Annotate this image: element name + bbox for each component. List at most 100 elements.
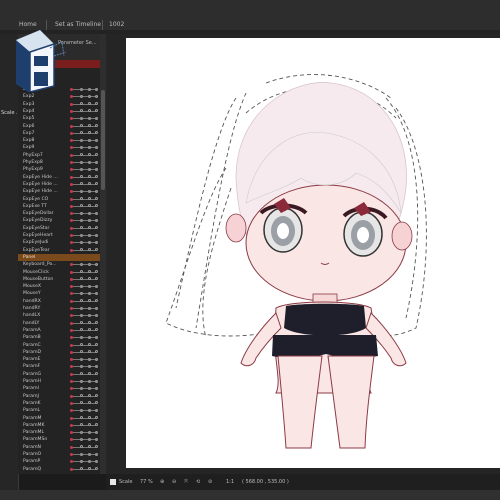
keyform-knob[interactable] — [95, 248, 98, 252]
keyform-knob[interactable] — [95, 240, 98, 244]
keyform-knob[interactable] — [80, 335, 83, 339]
parameter-slider-track[interactable] — [73, 344, 97, 346]
keyform-knob[interactable] — [88, 240, 91, 244]
parameter-row[interactable]: Exp5 — [18, 115, 100, 122]
keyform-knob[interactable] — [95, 394, 98, 398]
parameter-row[interactable]: ParamM — [18, 415, 100, 422]
parameter-slider-track[interactable] — [73, 89, 97, 90]
keyform-knob[interactable] — [88, 262, 91, 266]
character-model[interactable] — [126, 38, 500, 468]
parameter-slider-track[interactable] — [73, 322, 97, 324]
keyform-knob[interactable] — [80, 204, 83, 208]
keyform-knob[interactable] — [95, 284, 98, 288]
keyform-knob[interactable] — [80, 299, 83, 303]
keyform-knob[interactable] — [88, 189, 91, 193]
keyform-knob[interactable] — [95, 226, 98, 230]
keyform-knob[interactable] — [95, 204, 98, 208]
keyform-knob[interactable] — [95, 437, 98, 441]
scroll-thumb[interactable] — [101, 90, 105, 190]
parameter-row[interactable]: Exp6 — [18, 123, 100, 130]
keyform-knob[interactable] — [80, 124, 83, 127]
keyform-knob[interactable] — [80, 430, 83, 434]
parameter-slider-track[interactable] — [73, 96, 97, 98]
parameter-row[interactable]: handRX — [18, 298, 100, 305]
parameter-row[interactable]: PhyExp7 — [18, 152, 100, 159]
parameter-slider-track[interactable] — [73, 468, 97, 470]
keyform-knob[interactable] — [80, 284, 83, 288]
parameter-row[interactable]: ExpEyeHeart — [18, 232, 100, 239]
keyform-knob[interactable] — [88, 124, 91, 127]
keyform-knob[interactable] — [95, 386, 98, 390]
keyform-knob[interactable] — [88, 313, 91, 317]
keyform-knob[interactable] — [95, 379, 98, 383]
keyform-knob[interactable] — [80, 459, 83, 463]
tab-frame[interactable]: 1002 — [106, 20, 127, 30]
keyform-knob[interactable] — [88, 226, 91, 230]
keyform-knob[interactable] — [95, 350, 98, 354]
keyform-knob[interactable] — [95, 182, 98, 186]
parameter-slider-track[interactable] — [73, 213, 97, 215]
save-icon[interactable] — [10, 26, 68, 92]
keyform-knob[interactable] — [80, 313, 83, 317]
parameter-slider-track[interactable] — [73, 103, 97, 105]
keyform-knob[interactable] — [80, 248, 83, 252]
parameter-slider-track[interactable] — [73, 388, 97, 390]
parameter-row[interactable]: Exp9 — [18, 144, 100, 151]
parameter-row[interactable]: ParamK — [18, 400, 100, 407]
keyform-knob[interactable] — [95, 430, 98, 434]
keyform-knob[interactable] — [88, 394, 91, 398]
parameter-row[interactable]: PhyExp9 — [18, 166, 100, 173]
keyform-knob[interactable] — [80, 401, 83, 405]
keyform-knob[interactable] — [80, 102, 83, 106]
parameter-row[interactable]: Exp7 — [18, 130, 100, 137]
keyform-knob[interactable] — [95, 328, 98, 332]
keyform-knob[interactable] — [88, 459, 91, 463]
parameter-row[interactable]: ParamA — [18, 327, 100, 334]
keyform-knob[interactable] — [80, 386, 83, 390]
parameter-row[interactable]: ParamMSn — [18, 436, 100, 443]
keyform-knob[interactable] — [80, 408, 83, 412]
parameter-row[interactable]: ParamF — [18, 363, 100, 370]
keyform-knob[interactable] — [95, 401, 98, 405]
keyform-knob[interactable] — [88, 167, 91, 171]
parameter-slider-track[interactable] — [73, 286, 97, 288]
keyform-knob[interactable] — [88, 131, 91, 135]
keyform-knob[interactable] — [95, 408, 98, 412]
parameter-slider-track[interactable] — [73, 373, 97, 375]
keyform-knob[interactable] — [88, 284, 91, 288]
parameter-slider-track[interactable] — [73, 198, 97, 200]
parameter-slider-track[interactable] — [73, 410, 97, 412]
keyform-knob[interactable] — [95, 94, 98, 98]
keyform-knob[interactable] — [80, 116, 83, 120]
keyform-knob[interactable] — [88, 102, 91, 106]
parameter-slider-track[interactable] — [73, 220, 97, 222]
parameter-slider-track[interactable] — [73, 366, 97, 368]
keyform-knob[interactable] — [80, 467, 83, 471]
keyform-knob[interactable] — [80, 153, 83, 157]
keyform-knob[interactable] — [80, 291, 83, 295]
keyform-knob[interactable] — [95, 167, 98, 171]
keyform-knob[interactable] — [80, 182, 83, 186]
parameter-row[interactable]: ExpEye Hide ... — [18, 174, 100, 181]
keyform-knob[interactable] — [88, 218, 91, 222]
keyform-knob[interactable] — [88, 408, 91, 412]
parameter-row[interactable]: ParamG — [18, 371, 100, 378]
parameter-row[interactable]: ExpEyeDollar — [18, 210, 100, 217]
keyform-knob[interactable] — [80, 160, 83, 164]
keyform-knob[interactable] — [80, 343, 83, 346]
keyform-knob[interactable] — [95, 364, 98, 368]
keyform-knob[interactable] — [88, 423, 91, 427]
parameter-slider-track[interactable] — [73, 439, 97, 441]
parameter-row[interactable]: Exp8 — [18, 137, 100, 144]
keyform-knob[interactable] — [95, 160, 98, 164]
keyform-knob[interactable] — [95, 343, 98, 346]
parameter-slider-track[interactable] — [73, 140, 97, 142]
parameter-slider-track[interactable] — [73, 454, 97, 455]
parameter-slider-track[interactable] — [73, 446, 97, 448]
parameter-row[interactable]: ParamL — [18, 407, 100, 414]
keyform-knob[interactable] — [95, 313, 98, 317]
keyform-knob[interactable] — [95, 270, 98, 273]
keyform-knob[interactable] — [88, 145, 91, 149]
parameter-row[interactable]: ParamMK — [18, 422, 100, 429]
keyform-knob[interactable] — [95, 372, 98, 376]
